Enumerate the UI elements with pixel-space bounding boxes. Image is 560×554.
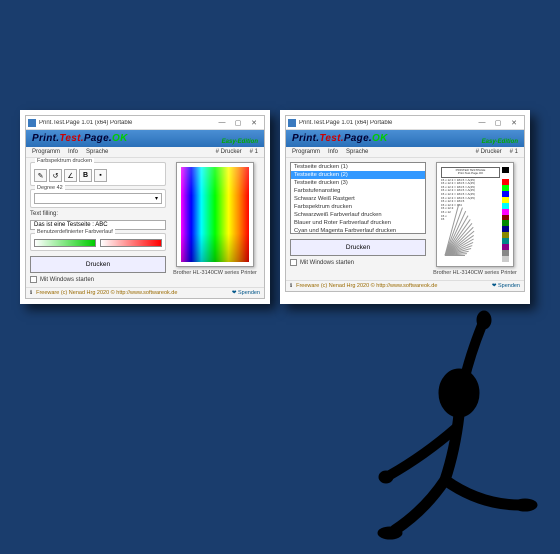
testpage-text: PRINTER TESTPAGEPrint.Test.Page.OK 15 x … (441, 167, 500, 262)
menu-count[interactable]: # 1 (510, 149, 518, 155)
list-item[interactable]: Schwarz Weiß Rastgert (291, 195, 425, 203)
edition-label: Easy-Edition (482, 139, 518, 145)
info-icon: ℹ (30, 290, 32, 296)
print-mode-list[interactable]: Testseite drucken (1)Testseite drucken (… (290, 162, 426, 234)
menubar: Programm Info Sprache # Drucker # 1 (26, 147, 264, 158)
preview-page: PRINTER TESTPAGEPrint.Test.Page.OK 15 x … (436, 162, 514, 267)
maximize-button[interactable]: ▢ (490, 117, 506, 129)
footer: ℹ Freeware (c) Nenad Hrg 2020 © http://w… (26, 287, 264, 298)
menu-language[interactable]: Sprache (346, 149, 368, 155)
footer-link[interactable]: Freeware (c) Nenad Hrg 2020 © http://www… (36, 290, 177, 296)
close-button[interactable]: ✕ (246, 117, 262, 129)
gradient-red[interactable] (100, 239, 162, 247)
tool-rotate-icon[interactable]: ↺ (49, 169, 62, 182)
close-button[interactable]: ✕ (506, 117, 522, 129)
degree-select[interactable]: ▾ (34, 193, 162, 204)
donate-link[interactable]: ❤ Spenden (232, 290, 260, 296)
checkbox-icon (290, 259, 297, 266)
minimize-button[interactable]: — (214, 117, 230, 129)
minimize-button[interactable]: — (474, 117, 490, 129)
info-icon: ℹ (290, 283, 292, 289)
print-button[interactable]: Drucken (290, 239, 426, 256)
menu-info[interactable]: Info (68, 149, 78, 155)
app-window-1: Print.Test.Page 1.01 (x64) Portable — ▢ … (25, 115, 265, 299)
maximize-button[interactable]: ▢ (230, 117, 246, 129)
menu-program[interactable]: Programm (292, 149, 320, 155)
edition-label: Easy-Edition (222, 139, 258, 145)
list-item[interactable]: Farbspektrum drucken (291, 203, 425, 211)
gradient-group: Benutzerdefinierter Farbverlauf (30, 233, 166, 251)
menu-info[interactable]: Info (328, 149, 338, 155)
swatch (502, 256, 509, 262)
autostart-checkbox[interactable]: Mit Windows starten (290, 259, 426, 266)
print-button[interactable]: Drucken (30, 256, 166, 273)
menu-program[interactable]: Programm (32, 149, 60, 155)
list-item[interactable]: Blauer und Roter Farbverlauf drucken (291, 219, 425, 227)
list-item[interactable]: Testseite drucken (2) (291, 171, 425, 179)
tool-bold-icon[interactable]: B (79, 169, 92, 182)
app-window-2: Print.Test.Page 1.01 (x64) Portable — ▢ … (285, 115, 525, 292)
menu-language[interactable]: Sprache (86, 149, 108, 155)
preview-pane: Brother HL-3140CW series Printer (170, 162, 260, 283)
tool-pen-icon[interactable]: ✎ (34, 169, 47, 182)
list-item[interactable]: Schwarzweiß Farbverlauf drucken (291, 211, 425, 219)
list-item[interactable]: Farbstufenanstieg (291, 187, 425, 195)
tool-angle-icon[interactable]: ∠ (64, 169, 77, 182)
app-icon (28, 119, 36, 127)
menu-count[interactable]: # 1 (250, 149, 258, 155)
color-swatches (502, 167, 509, 262)
menubar: Programm Info Sprache # Drucker # 1 (286, 147, 524, 158)
menu-printers[interactable]: # Drucker (216, 149, 242, 155)
menu-printers[interactable]: # Drucker (476, 149, 502, 155)
text-fill-label: Text filling: (30, 211, 166, 217)
tool-color-icon[interactable]: ▪ (94, 169, 107, 182)
preview-page (176, 162, 254, 267)
autostart-checkbox[interactable]: Mit Windows starten (30, 276, 166, 283)
list-item[interactable]: Testseite drucken (3) (291, 179, 425, 187)
list-item[interactable]: Testseite drucken (1) (291, 163, 425, 171)
pointing-figure-icon (330, 270, 550, 550)
titlebar: Print.Test.Page 1.01 (x64) Portable — ▢ … (26, 116, 264, 130)
checkbox-icon (30, 276, 37, 283)
degree-group: Degree 42 ▾ (30, 189, 166, 208)
spectrum-preview (181, 167, 249, 262)
printer-name: Brother HL-3140CW series Printer (173, 270, 257, 276)
list-item[interactable]: Cyan und Magenta Farbverlauf drucken (291, 227, 425, 234)
app-icon (288, 119, 296, 127)
app-header: Print.Test.Page.OK Easy-Edition (26, 130, 264, 147)
gradient-green[interactable] (34, 239, 96, 247)
window-title: Print.Test.Page 1.01 (x64) Portable (39, 120, 214, 126)
titlebar: Print.Test.Page 1.01 (x64) Portable — ▢ … (286, 116, 524, 130)
app-header: Print.Test.Page.OK Easy-Edition (286, 130, 524, 147)
window-title: Print.Test.Page 1.01 (x64) Portable (299, 120, 474, 126)
screenshot-left: Print.Test.Page 1.01 (x64) Portable — ▢ … (20, 110, 270, 304)
preview-pane: PRINTER TESTPAGEPrint.Test.Page.OK 15 x … (430, 162, 520, 276)
spectrum-group: Farbspektrum drucken ✎ ↺ ∠ B ▪ (30, 162, 166, 186)
chevron-down-icon: ▾ (155, 195, 158, 202)
